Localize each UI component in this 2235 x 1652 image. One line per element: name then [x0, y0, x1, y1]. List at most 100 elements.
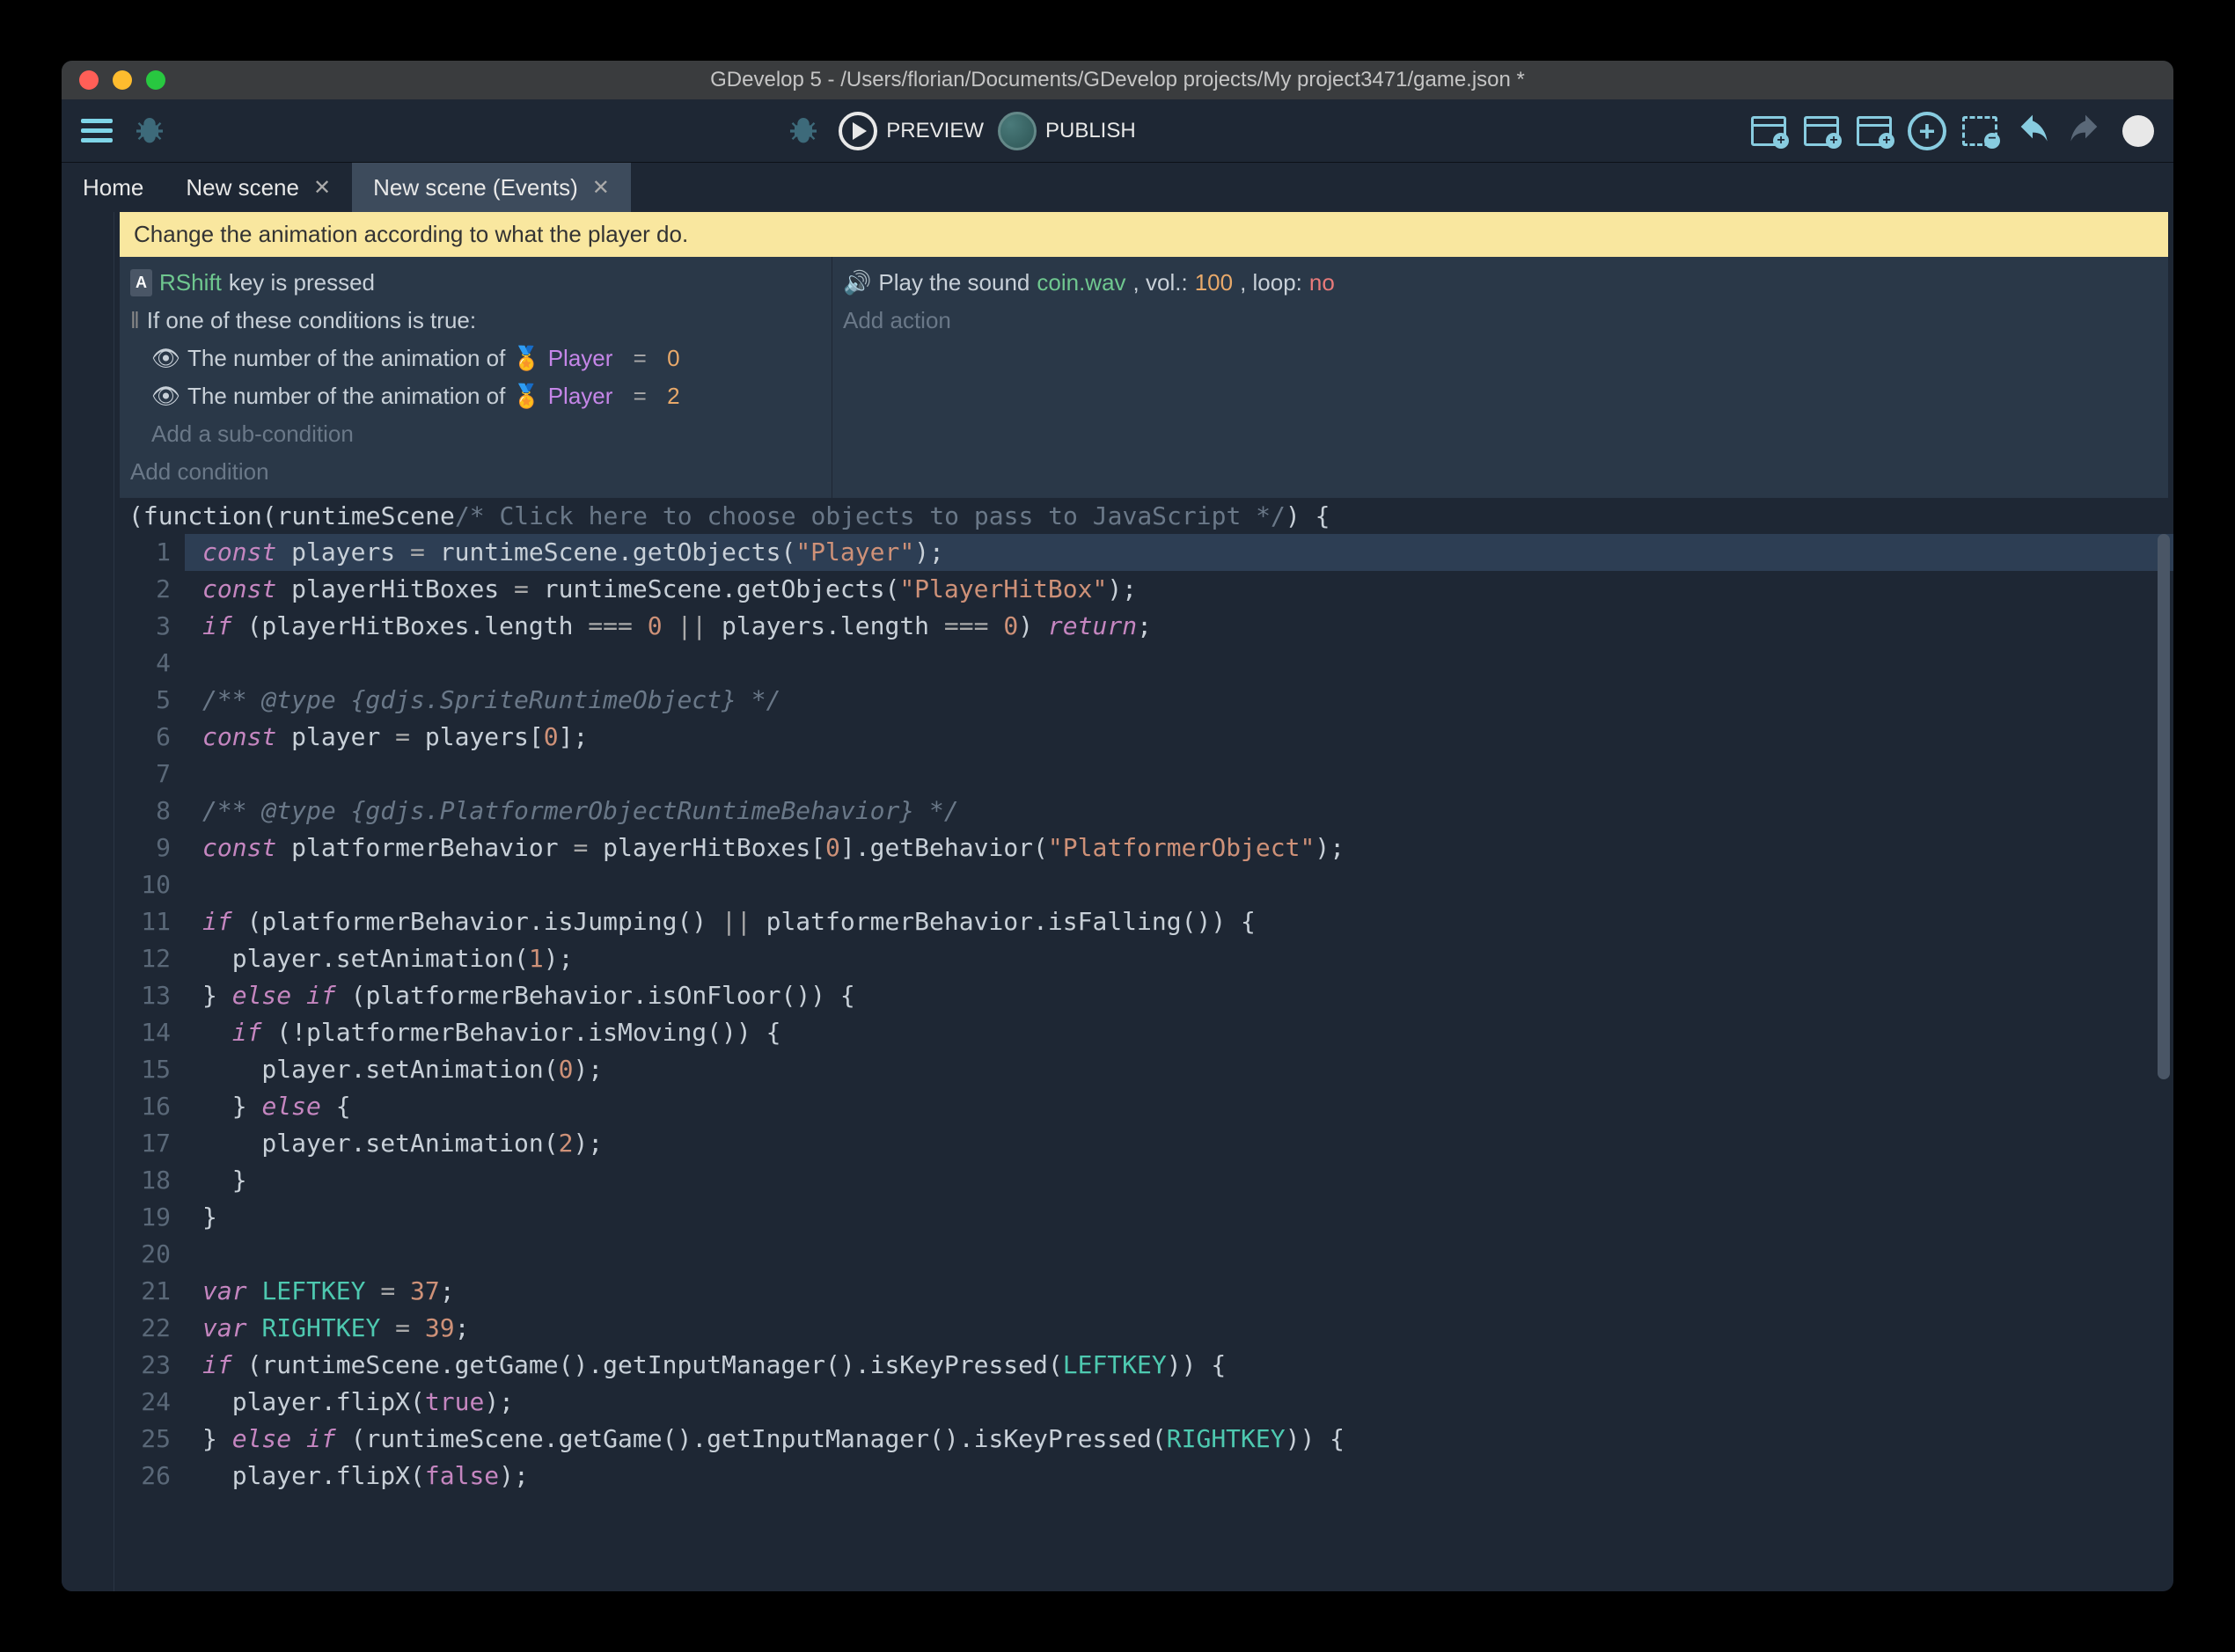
vol-value: 100: [1195, 266, 1233, 300]
vertical-scrollbar[interactable]: [2158, 534, 2170, 1591]
code-line[interactable]: player.setAnimation(0);: [202, 1051, 2173, 1088]
event-comment[interactable]: Change the animation according to what t…: [120, 212, 2168, 257]
loop-value: no: [1309, 266, 1335, 300]
object-name: Player: [548, 341, 613, 376]
code-line[interactable]: var RIGHTKEY = 39;: [202, 1310, 2173, 1347]
publish-button[interactable]: PUBLISH: [998, 112, 1136, 150]
object-badge-icon: 🏅: [512, 379, 540, 413]
preview-debug-button[interactable]: [782, 110, 824, 152]
object-badge-icon: 🏅: [512, 341, 540, 376]
tab-scene[interactable]: New scene ✕: [165, 163, 352, 212]
action-play-sound[interactable]: 🔊 Play the sound coin.wav , vol.: 100 , …: [843, 264, 2158, 302]
code-line[interactable]: [202, 866, 2173, 903]
code-line[interactable]: player.flipX(true);: [202, 1384, 2173, 1421]
code-line[interactable]: } else if (runtimeScene.getGame().getInp…: [202, 1421, 2173, 1458]
conditions-panel[interactable]: A RShift key is pressed ‖ If one of thes…: [120, 257, 832, 498]
remove-button[interactable]: −: [1959, 110, 2001, 152]
code-line[interactable]: [202, 1236, 2173, 1273]
code-line[interactable]: if (!platformerBehavior.isMoving()) {: [202, 1014, 2173, 1051]
redo-button[interactable]: [2064, 110, 2107, 152]
operator: =: [634, 379, 647, 413]
condition-or[interactable]: ‖ If one of these conditions is true:: [130, 302, 821, 340]
publish-icon: [998, 112, 1037, 150]
add-sub-condition-link[interactable]: Add a sub-condition: [130, 415, 821, 453]
tab-home[interactable]: Home: [62, 163, 165, 212]
publish-label: PUBLISH: [1045, 119, 1136, 143]
maximize-window-button[interactable]: [146, 70, 165, 90]
actions-panel[interactable]: 🔊 Play the sound coin.wav , vol.: 100 , …: [832, 257, 2168, 498]
new-external-events-button[interactable]: +: [1853, 110, 1895, 152]
code-line[interactable]: player.setAnimation(2);: [202, 1125, 2173, 1162]
scrollbar-thumb[interactable]: [2158, 534, 2170, 1079]
js-header-open: (function(runtimeScene: [128, 501, 455, 530]
comment-text: Change the animation according to what t…: [134, 221, 688, 247]
code-line[interactable]: const playerHitBoxes = runtimeScene.getO…: [202, 571, 2173, 608]
js-header-hint: /* Click here to choose objects to pass …: [455, 501, 1286, 530]
search-button[interactable]: [2117, 110, 2159, 152]
eye-icon: 👁: [151, 341, 180, 376]
add-action-link[interactable]: Add action: [843, 302, 2158, 340]
code-line[interactable]: } else {: [202, 1088, 2173, 1125]
debugger-button[interactable]: [128, 110, 171, 152]
menu-icon: [81, 119, 113, 143]
bug-icon: [132, 113, 167, 149]
code-line[interactable]: player.flipX(false);: [202, 1458, 2173, 1495]
new-scene-button[interactable]: +: [1748, 110, 1790, 152]
or-label: If one of these conditions is true:: [147, 303, 476, 338]
close-icon[interactable]: ✕: [592, 175, 610, 201]
code-line[interactable]: player.setAnimation(1);: [202, 940, 2173, 977]
preview-label: PREVIEW: [886, 119, 984, 143]
key-name: RShift: [159, 266, 222, 300]
menu-button[interactable]: [76, 110, 118, 152]
code-line[interactable]: } else if (platformerBehavior.isOnFloor(…: [202, 977, 2173, 1014]
code-line[interactable]: if (runtimeScene.getGame().getInputManag…: [202, 1347, 2173, 1384]
code-line[interactable]: if (playerHitBoxes.length === 0 || playe…: [202, 608, 2173, 645]
keyboard-icon: A: [130, 269, 152, 296]
condition-animation-2[interactable]: 👁 The number of the animation of 🏅 Playe…: [130, 377, 821, 415]
add-condition-link[interactable]: Add condition: [130, 453, 821, 491]
preview-button[interactable]: PREVIEW: [839, 112, 984, 150]
condition-animation-0[interactable]: 👁 The number of the animation of 🏅 Playe…: [130, 340, 821, 377]
main-content: Change the animation according to what t…: [62, 212, 2173, 1591]
code-editor[interactable]: 1234567891011121314151617181920212223242…: [114, 534, 2173, 1591]
new-external-layout-button[interactable]: +: [1800, 110, 1843, 152]
tab-scene-events[interactable]: New scene (Events) ✕: [352, 163, 631, 212]
tabs-bar: Home New scene ✕ New scene (Events) ✕: [62, 163, 2173, 212]
loop-label: , loop:: [1240, 266, 1302, 300]
minimize-window-button[interactable]: [113, 70, 132, 90]
value: 0: [667, 341, 679, 376]
code-line[interactable]: /** @type {gdjs.SpriteRuntimeObject} */: [202, 682, 2173, 719]
titlebar: GDevelop 5 - /Users/florian/Documents/GD…: [62, 61, 2173, 99]
vol-label: , vol.:: [1133, 266, 1188, 300]
undo-button[interactable]: [2012, 110, 2054, 152]
scene-icon: +: [1751, 116, 1786, 146]
events-icon: +: [1857, 116, 1892, 146]
code-line[interactable]: const player = players[0];: [202, 719, 2173, 756]
play-prefix: Play the sound: [878, 266, 1030, 300]
code-line[interactable]: const players = runtimeScene.getObjects(…: [185, 534, 2173, 571]
add-button[interactable]: +: [1906, 110, 1948, 152]
code-body[interactable]: const players = runtimeScene.getObjects(…: [185, 534, 2173, 1591]
event-block: A RShift key is pressed ‖ If one of thes…: [120, 257, 2168, 498]
code-line[interactable]: const platformerBehavior = playerHitBoxe…: [202, 830, 2173, 866]
sound-file: coin.wav: [1037, 266, 1125, 300]
value: 2: [667, 379, 679, 413]
code-line[interactable]: [202, 645, 2173, 682]
object-name: Player: [548, 379, 613, 413]
js-event-header[interactable]: (function(runtimeScene /* Click here to …: [114, 498, 2173, 534]
code-line[interactable]: [202, 756, 2173, 793]
close-icon[interactable]: ✕: [313, 175, 331, 201]
condition-key-pressed[interactable]: A RShift key is pressed: [130, 264, 821, 302]
code-line[interactable]: if (platformerBehavior.isJumping() || pl…: [202, 903, 2173, 940]
code-line[interactable]: var LEFTKEY = 37;: [202, 1273, 2173, 1310]
event-tree-gutter[interactable]: [62, 212, 114, 1591]
plus-icon: +: [1908, 112, 1946, 150]
content-area: Change the animation according to what t…: [114, 212, 2173, 1591]
code-line[interactable]: /** @type {gdjs.PlatformerObjectRuntimeB…: [202, 793, 2173, 830]
remove-icon: −: [1962, 116, 1997, 146]
key-suffix: key is pressed: [229, 266, 375, 300]
close-window-button[interactable]: [79, 70, 99, 90]
code-line[interactable]: }: [202, 1162, 2173, 1199]
tab-label: New scene: [186, 174, 299, 201]
code-line[interactable]: }: [202, 1199, 2173, 1236]
